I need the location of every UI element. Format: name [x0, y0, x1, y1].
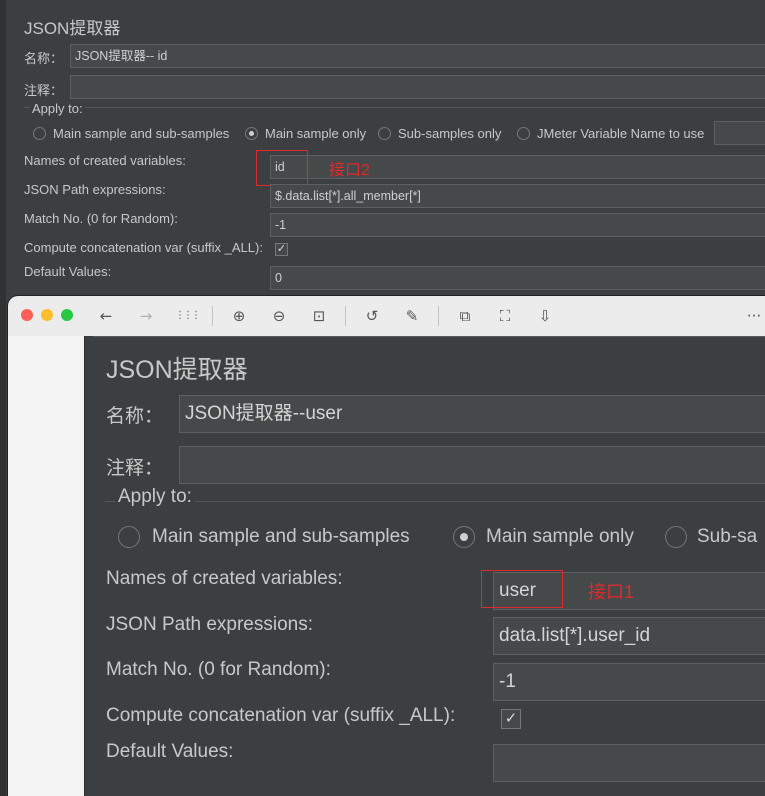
zoom-in-icon[interactable]: ⊕ [228, 305, 250, 327]
names-label: Names of created variables: [106, 568, 343, 589]
grid-icon[interactable]: ⋮⋮⋮ [175, 305, 201, 327]
name-label: 名称： [24, 51, 64, 66]
close-dot[interactable] [21, 309, 33, 321]
markup-icon[interactable]: ✎ [401, 305, 423, 327]
radio-sub-only[interactable] [665, 526, 687, 548]
path-label: JSON Path expressions: [24, 182, 166, 197]
radio-main-only[interactable] [453, 526, 475, 548]
default-label: Default Values: [106, 741, 234, 762]
save-icon[interactable]: ⇩ [534, 305, 556, 327]
concat-checkbox[interactable]: ✓ [275, 243, 288, 256]
rotate-icon[interactable]: ↺ [361, 305, 383, 327]
forward-arrow-icon[interactable]: → [135, 305, 157, 327]
radio-label-sub-only: Sub-samples only [398, 126, 502, 141]
annotation-label: 接口1 [588, 582, 635, 602]
apply-to-group [24, 107, 765, 109]
radio-label-main-and-sub: Main sample and sub-samples [53, 126, 230, 141]
radio-main-and-sub[interactable] [33, 127, 46, 140]
path-label: JSON Path expressions: [106, 614, 313, 635]
names-label: Names of created variables: [24, 153, 186, 168]
default-label: Default Values: [24, 264, 112, 279]
annotation-label: 接口2 [329, 162, 370, 179]
concat-label: Compute concatenation var (suffix _ALL): [24, 240, 263, 255]
radio-main-only[interactable] [245, 127, 258, 140]
radio-main-and-sub[interactable] [118, 526, 140, 548]
actual-size-icon[interactable]: ⊡ [308, 305, 330, 327]
preview-window: ← → ⋮⋮⋮ ⊕ ⊖ ⊡ ↺ ✎ ⧉ ⛶ ⇩ ··· JSON提取器 名称： … [8, 296, 765, 796]
preview-toolbar: ← → ⋮⋮⋮ ⊕ ⊖ ⊡ ↺ ✎ ⧉ ⛶ ⇩ ··· [8, 296, 765, 337]
radio-label-main-only: Main sample only [265, 126, 367, 141]
minimize-dot[interactable] [41, 309, 53, 321]
radio-label-jmeter-var: JMeter Variable Name to use [537, 126, 705, 141]
toolbar-separator [438, 306, 439, 326]
back-arrow-icon[interactable]: ← [95, 305, 117, 327]
path-field[interactable]: $.data.list[*].all_member[*] [270, 184, 765, 208]
comment-field[interactable] [70, 75, 765, 99]
name-field[interactable]: JSON提取器-- id [70, 44, 765, 68]
toolbar-separator [212, 306, 213, 326]
radio-label-main-and-sub: Main sample and sub-samples [152, 526, 410, 547]
zoom-out-icon[interactable]: ⊖ [268, 305, 290, 327]
default-field[interactable] [493, 744, 765, 782]
front-extractor-panel: JSON提取器 名称： JSON提取器--user 注释： Apply to: … [84, 336, 765, 796]
name-field[interactable]: JSON提取器--user [179, 395, 765, 433]
jmeter-var-field[interactable] [714, 121, 765, 145]
radio-jmeter-var[interactable] [517, 127, 530, 140]
apply-to-label: Apply to: [30, 101, 85, 116]
match-field[interactable]: -1 [493, 663, 765, 701]
concat-checkbox[interactable]: ✓ [501, 709, 521, 729]
zoom-dot[interactable] [61, 309, 73, 321]
comment-label: 注释： [106, 458, 164, 479]
highlight-box [256, 150, 308, 186]
translate-icon[interactable]: ⧉ [454, 305, 476, 327]
radio-label-main-only: Main sample only [486, 526, 634, 547]
apply-to-label: Apply to: [115, 486, 195, 508]
scan-icon[interactable]: ⛶ [494, 305, 516, 327]
path-field[interactable]: data.list[*].user_id [493, 617, 765, 655]
match-field[interactable]: -1 [270, 213, 765, 237]
comment-label: 注释： [24, 83, 64, 98]
page-title: JSON提取器 [24, 19, 121, 38]
name-label: 名称： [106, 406, 164, 427]
default-field[interactable]: 0 [270, 266, 765, 290]
concat-label: Compute concatenation var (suffix _ALL): [106, 705, 456, 726]
toolbar-separator [345, 306, 346, 326]
page-title: JSON提取器 [106, 356, 248, 384]
apply-to-group [105, 501, 765, 502]
radio-sub-only[interactable] [378, 127, 391, 140]
panel-border [93, 336, 765, 341]
match-label: Match No. (0 for Random): [24, 211, 178, 226]
comment-field[interactable] [179, 446, 765, 484]
more-icon[interactable]: ··· [743, 305, 765, 327]
radio-label-sub-only: Sub-sa [697, 526, 758, 547]
left-gutter [8, 336, 84, 796]
left-strip [0, 0, 6, 796]
match-label: Match No. (0 for Random): [106, 659, 331, 680]
highlight-box [481, 570, 563, 608]
